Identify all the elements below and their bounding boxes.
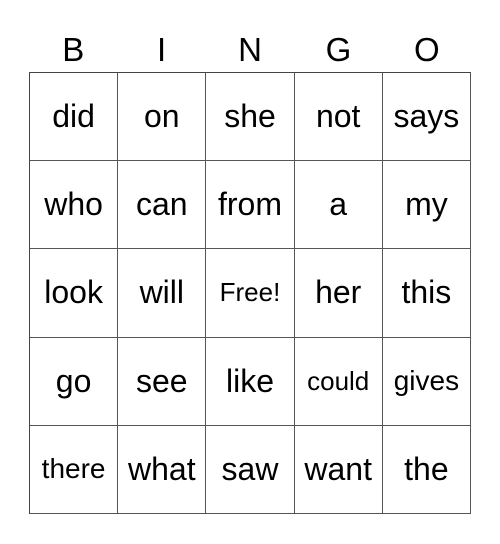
header-letter-o: O	[413, 31, 440, 68]
bingo-cell[interactable]: from	[206, 161, 295, 250]
header-letter-i: I	[157, 31, 167, 68]
bingo-cell[interactable]: a	[294, 161, 383, 250]
bingo-cell[interactable]: this	[382, 249, 471, 338]
bingo-cell[interactable]: can	[118, 161, 207, 250]
bingo-cell[interactable]: my	[382, 161, 471, 250]
bingo-cell[interactable]: the	[382, 425, 471, 514]
bingo-cell[interactable]: could	[294, 337, 383, 426]
bingo-cell[interactable]: saw	[206, 425, 295, 514]
bingo-cell[interactable]: there	[30, 425, 119, 514]
free-space-cell[interactable]: Free!	[206, 249, 295, 338]
bingo-cell[interactable]: who	[30, 161, 119, 250]
bingo-cell[interactable]: not	[294, 73, 383, 162]
bingo-cell[interactable]: on	[118, 73, 207, 162]
header-letter-g: G	[325, 31, 352, 68]
bingo-cell[interactable]: says	[382, 73, 471, 162]
bingo-cell[interactable]: gives	[382, 337, 471, 426]
header-letter-n: N	[238, 31, 262, 68]
bingo-cell[interactable]: will	[118, 249, 207, 338]
bingo-cell[interactable]: look	[30, 249, 119, 338]
bingo-cell[interactable]: want	[294, 425, 383, 514]
bingo-grid: did on she not says who can from a my lo…	[29, 72, 471, 514]
bingo-cell[interactable]: her	[294, 249, 383, 338]
header-letter-b: B	[62, 31, 85, 68]
bingo-header: B I N G O	[29, 28, 471, 72]
bingo-cell[interactable]: like	[206, 337, 295, 426]
bingo-cell[interactable]: see	[118, 337, 207, 426]
bingo-cell[interactable]: go	[30, 337, 119, 426]
bingo-cell[interactable]: she	[206, 73, 295, 162]
bingo-cell[interactable]: did	[30, 73, 119, 162]
bingo-cell[interactable]: what	[118, 425, 207, 514]
